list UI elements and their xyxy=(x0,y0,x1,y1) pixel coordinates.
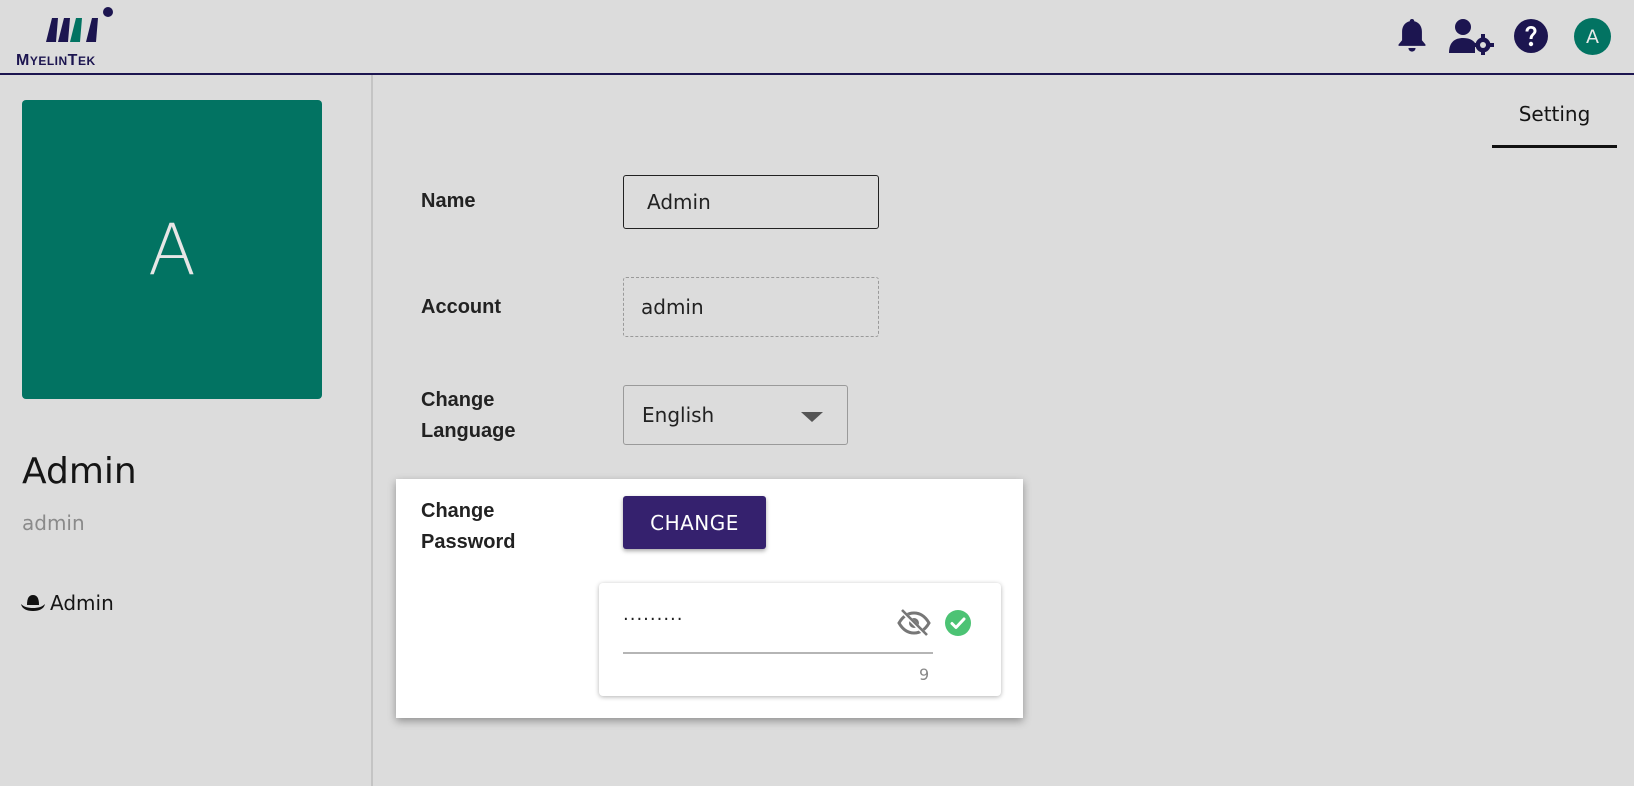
change-language-label: Change Language xyxy=(421,389,516,442)
profile-name: Admin xyxy=(22,451,137,492)
account-label: Account xyxy=(421,296,501,318)
top-header: MYELINTEK A xyxy=(0,0,1634,75)
change-password-button[interactable]: CHANGE xyxy=(623,496,766,549)
name-input[interactable] xyxy=(623,175,879,229)
password-underline xyxy=(623,652,933,654)
language-select[interactable]: English xyxy=(623,385,848,445)
help-icon[interactable] xyxy=(1511,16,1551,56)
user-settings-icon[interactable] xyxy=(1447,16,1495,56)
profile-account: admin xyxy=(22,511,85,535)
tab-setting[interactable]: Setting xyxy=(1492,92,1617,148)
account-input[interactable] xyxy=(623,277,879,337)
user-avatar[interactable]: A xyxy=(1574,18,1611,55)
check-circle-icon xyxy=(945,610,971,636)
caret-down-icon xyxy=(801,412,823,422)
profile-sidebar: A Admin admin Admin xyxy=(0,75,373,786)
logo-text: MYELINTEK xyxy=(16,52,96,69)
name-label: Name xyxy=(421,190,476,212)
myelintek-logo[interactable]: MYELINTEK xyxy=(14,4,134,70)
password-input[interactable] xyxy=(623,601,909,637)
password-field-card: 9 xyxy=(599,583,1001,696)
profile-avatar: A xyxy=(22,100,322,399)
change-password-label: Change Password xyxy=(421,500,516,553)
eye-off-icon[interactable] xyxy=(897,608,931,638)
logo-mark-icon xyxy=(46,7,113,42)
profile-role: Admin xyxy=(20,591,114,615)
password-length-counter: 9 xyxy=(919,665,930,684)
profile-role-label: Admin xyxy=(50,591,114,615)
bell-icon[interactable] xyxy=(1392,16,1432,56)
language-select-value: English xyxy=(642,403,715,427)
hat-icon xyxy=(21,595,45,611)
